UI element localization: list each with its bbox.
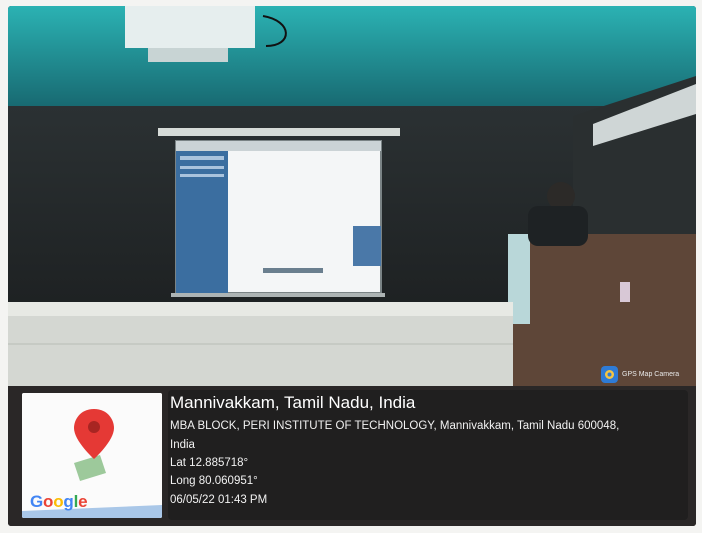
projector (125, 6, 255, 48)
location-info: Mannivakkam, Tamil Nadu, India MBA BLOCK… (170, 392, 690, 511)
longitude: Long 80.060951° (170, 475, 258, 488)
timestamp: 06/05/22 01:43 PM (170, 493, 268, 506)
map-thumbnail: Google (22, 393, 162, 518)
address-line-1: MBA BLOCK, PERI INSTITUTE OF TECHNOLOGY,… (170, 420, 620, 433)
ceiling (8, 6, 696, 121)
gps-map-camera-icon (601, 365, 618, 383)
gps-map-camera-badge: GPS Map Camera (601, 364, 679, 384)
place-title: Mannivakkam, Tamil Nadu, India (170, 393, 416, 412)
gps-badge-label: GPS Map Camera (622, 370, 680, 378)
google-logo: Google (30, 492, 88, 511)
address-line-2: India (170, 438, 195, 451)
screen-housing (158, 128, 400, 136)
latitude: Lat 12.885718° (170, 457, 249, 469)
presenter (547, 182, 575, 210)
